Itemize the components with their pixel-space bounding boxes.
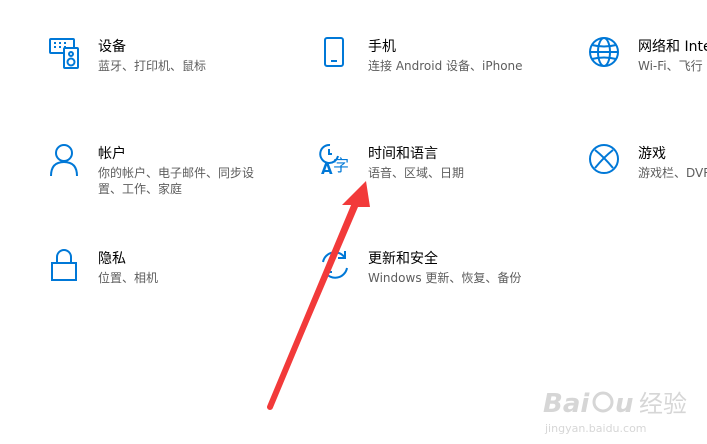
tile-title: 网络和 Inte [638, 39, 707, 55]
sync-icon [318, 248, 352, 282]
xbox-icon [588, 143, 622, 177]
tile-title: 帐户 [98, 146, 126, 162]
globe-icon [588, 36, 622, 70]
tile-subtitle-line2: 置、工作、家庭 [98, 182, 183, 196]
tile-subtitle: 连接 Android 设备、iPhone [368, 59, 523, 73]
lock-icon [48, 248, 82, 282]
svg-text:Bai: Bai [543, 389, 590, 419]
tile-title: 设备 [98, 39, 126, 55]
tile-subtitle: 游戏栏、DVR [638, 166, 707, 180]
tile-subtitle: Windows 更新、恢复、备份 [368, 271, 522, 285]
svg-text:A: A [321, 160, 333, 177]
tile-title: 手机 [368, 39, 396, 55]
tile-subtitle: 语音、区域、日期 [368, 166, 465, 180]
tile-subtitle: 你的帐户、电子邮件、同步设 [98, 166, 255, 180]
tile-subtitle: 位置、相机 [98, 271, 159, 285]
svg-text:字: 字 [333, 156, 349, 175]
tile-title: 更新和安全 [368, 251, 438, 267]
tile-title: 游戏 [638, 146, 666, 162]
tile-subtitle: Wi-Fi、飞行 [638, 59, 703, 73]
svg-text:经验: 经验 [639, 390, 687, 418]
baidu-watermark-logo: Bai u 经验 jingyan.baidu.com [543, 389, 687, 435]
time-language-icon: A 字 [318, 143, 352, 177]
person-icon [48, 143, 82, 177]
tile-subtitle: 蓝牙、打印机、鼠标 [98, 59, 207, 73]
svg-text:jingyan.baidu.com: jingyan.baidu.com [544, 422, 647, 435]
phone-icon [318, 36, 352, 70]
tile-title: 时间和语言 [368, 146, 438, 162]
tile-title: 隐私 [98, 251, 126, 267]
svg-text:u: u [615, 389, 634, 419]
keyboard-speaker-icon [48, 36, 82, 70]
